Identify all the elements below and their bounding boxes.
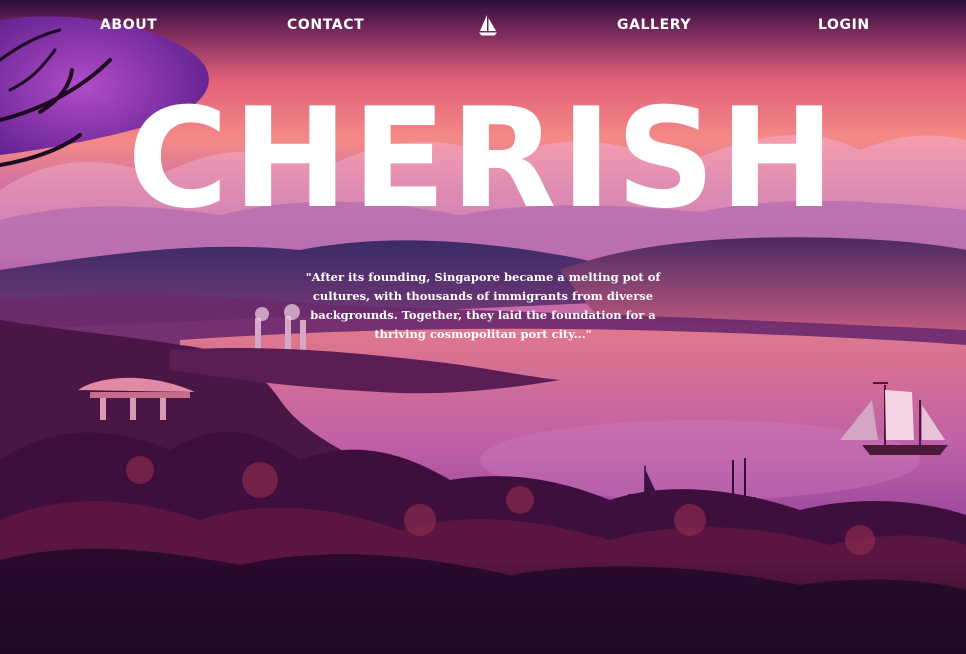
nav-link-about[interactable]: ABOUT (100, 17, 157, 33)
nav-link-contact[interactable]: CONTACT (287, 17, 364, 33)
sailboat-icon[interactable] (476, 13, 500, 37)
hero-quote: "After its founding, Singapore became a … (305, 270, 661, 341)
nav-link-login[interactable]: LOGIN (818, 17, 870, 33)
hero-section: ABOUT CONTACT GALLERY LOGIN CHERISH "Aft… (0, 0, 966, 654)
nav-link-gallery[interactable]: GALLERY (617, 17, 691, 33)
hero-title: CHERISH (127, 78, 839, 239)
